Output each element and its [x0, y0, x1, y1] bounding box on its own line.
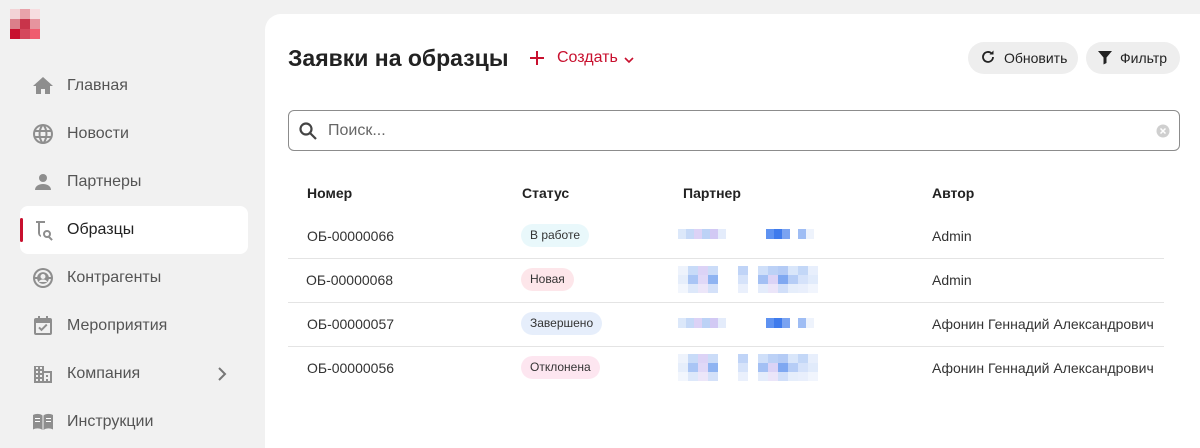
row-number: ОБ-00000056: [307, 360, 395, 376]
sidebar-item-label: Новости: [67, 125, 129, 142]
column-header-author[interactable]: Автор: [932, 185, 974, 201]
filter-icon: [1097, 49, 1113, 68]
sidebar-item-events[interactable]: Мероприятия: [20, 302, 248, 350]
search-input[interactable]: [328, 121, 1128, 140]
sidebar-item-label: Образцы: [67, 221, 135, 238]
sidebar-item-label: Партнеры: [67, 173, 142, 190]
table-row[interactable]: ОБ-00000066 В работе Admin: [288, 214, 1164, 258]
globe-icon: [30, 121, 56, 147]
plus-icon: [528, 49, 546, 67]
home-icon: [30, 73, 56, 99]
row-author: Афонин Геннадий Александрович: [932, 316, 1154, 332]
table-row[interactable]: ОБ-00000056 Отклонена Афонин Геннадий Ал…: [288, 346, 1164, 390]
sidebar-item-contractors[interactable]: Контрагенты: [20, 254, 248, 302]
sidebar-item-samples[interactable]: Образцы: [20, 206, 248, 254]
chevron-right-icon[interactable]: [212, 364, 232, 384]
filter-button-label: Фильтр: [1120, 50, 1168, 66]
row-author: Admin: [932, 272, 972, 288]
app-logo[interactable]: [10, 9, 40, 39]
sample-search-icon: [30, 217, 56, 243]
status-badge: Завершено: [521, 312, 603, 335]
sidebar-item-partners[interactable]: Партнеры: [20, 158, 248, 206]
main-panel: Заявки на образцы Создать Обновить Фильт…: [265, 14, 1200, 448]
refresh-button[interactable]: Обновить: [968, 42, 1078, 74]
sidebar-item-label: Главная: [67, 77, 128, 94]
refresh-icon: [980, 49, 996, 68]
column-header-status[interactable]: Статус: [522, 185, 569, 201]
status-badge: Новая: [521, 268, 574, 291]
create-button-label: Создать: [557, 49, 618, 66]
column-header-partner[interactable]: Партнер: [683, 185, 741, 201]
book-icon: [30, 409, 56, 435]
row-number: ОБ-00000068: [306, 272, 394, 288]
sidebar-item-company[interactable]: Компания: [20, 350, 248, 398]
status-badge: Отклонена: [521, 356, 600, 379]
calendar-icon: [30, 313, 56, 339]
search-bar: [288, 110, 1180, 151]
table-row[interactable]: ОБ-00000068 Новая Admin: [288, 258, 1164, 302]
row-author: Афонин Геннадий Александрович: [932, 360, 1154, 376]
column-header-number[interactable]: Номер: [307, 185, 352, 201]
row-number: ОБ-00000066: [307, 228, 395, 244]
sidebar-item-label: Контрагенты: [67, 269, 162, 286]
row-number: ОБ-00000057: [307, 316, 395, 332]
contractor-icon: [30, 265, 56, 291]
sidebar: Главная Новости Партнеры Образцы Контраг…: [20, 62, 248, 446]
status-badge: В работе: [521, 224, 590, 247]
page-title: Заявки на образцы: [288, 45, 509, 71]
search-icon: [298, 121, 318, 141]
building-icon: [30, 361, 56, 387]
clear-icon[interactable]: [1156, 124, 1170, 138]
sidebar-item-home[interactable]: Главная: [20, 62, 248, 110]
create-button[interactable]: Создать: [528, 47, 635, 69]
sidebar-item-label: Мероприятия: [67, 317, 168, 334]
refresh-button-label: Обновить: [1004, 50, 1068, 66]
person-icon: [30, 169, 56, 195]
sidebar-item-instructions[interactable]: Инструкции: [20, 398, 248, 446]
table-row[interactable]: ОБ-00000057 Завершено Афонин Геннадий Ал…: [288, 302, 1164, 346]
row-author: Admin: [932, 228, 972, 244]
chevron-down-icon: [623, 53, 635, 65]
sidebar-item-label: Инструкции: [67, 413, 154, 430]
filter-button[interactable]: Фильтр: [1086, 42, 1180, 74]
sidebar-item-label: Компания: [67, 365, 141, 382]
sidebar-item-news[interactable]: Новости: [20, 110, 248, 158]
